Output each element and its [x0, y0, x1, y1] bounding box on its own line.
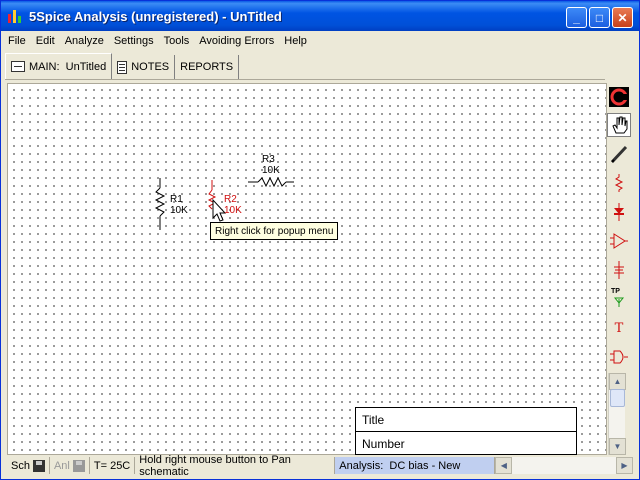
tab-bar: MAIN: UnTitled NOTES REPORTS	[5, 53, 240, 79]
r1-value: 10K	[170, 205, 188, 216]
menu-tools[interactable]: Tools	[159, 35, 195, 47]
ground-tool[interactable]	[607, 258, 631, 282]
close-button[interactable]: ✕	[612, 7, 633, 28]
sch-cell[interactable]: Sch	[7, 457, 50, 474]
gate-icon	[610, 350, 628, 364]
tab-main[interactable]: MAIN: UnTitled	[5, 53, 113, 79]
sch-label: Sch	[11, 459, 30, 472]
resistor-tool[interactable]	[607, 171, 631, 195]
anl-label: Anl	[53, 459, 70, 472]
window-title: 5Spice Analysis (unregistered) - UnTitle…	[29, 8, 282, 24]
5spice-logo-icon	[609, 87, 629, 107]
menu-analyze[interactable]: Analyze	[60, 35, 109, 47]
resistor-r3[interactable]	[248, 176, 294, 188]
status-bar: Sch Anl T= 25C Hold right mouse button t…	[7, 454, 633, 478]
temperature-cell: T= 25C	[90, 457, 136, 474]
menu-edit[interactable]: Edit	[31, 35, 60, 47]
diode-tool[interactable]	[607, 200, 631, 224]
r2-ref: R2	[224, 194, 237, 205]
r2-value: 10K	[224, 205, 242, 216]
menu-bar: File Edit Analyze Settings Tools Avoidin…	[1, 31, 639, 51]
tab-reports[interactable]: REPORTS	[175, 55, 240, 79]
horizontal-scrollbar[interactable]: ◀ ▶	[495, 457, 633, 474]
title-block[interactable]: Title Number	[355, 407, 577, 455]
opamp-icon	[610, 233, 628, 249]
diode-icon	[614, 203, 624, 221]
resistor-r1[interactable]	[154, 178, 166, 230]
menu-avoiding-errors[interactable]: Avoiding Errors	[194, 35, 279, 47]
schematic-drawing	[154, 176, 294, 230]
scroll-down-button[interactable]: ▼	[609, 438, 626, 455]
hand-icon	[612, 116, 628, 134]
anl-cell[interactable]: Anl	[50, 457, 90, 474]
analysis-label: Analysis: DC bias - New	[339, 459, 461, 472]
notes-icon	[117, 60, 128, 74]
scroll-thumb[interactable]	[610, 389, 625, 407]
menu-file[interactable]: File	[3, 35, 31, 47]
logo-tool[interactable]	[607, 85, 631, 109]
close-icon: ✕	[617, 10, 628, 25]
pencil-icon	[610, 145, 628, 164]
minimize-icon: _	[573, 10, 580, 25]
component-toolbar: TP T	[607, 83, 633, 373]
wire-tool[interactable]	[607, 142, 631, 166]
hint-cell: Hold right mouse button to Pan schematic	[135, 454, 336, 478]
tab-reports-label: REPORTS	[180, 61, 234, 73]
testpoint-tool[interactable]: TP	[607, 287, 631, 311]
chevron-up-icon: ▲	[613, 377, 622, 386]
minimize-button[interactable]: _	[566, 7, 587, 28]
maximize-icon: □	[595, 10, 604, 25]
scroll-right-button[interactable]: ▶	[616, 457, 633, 474]
analysis-cell: Analysis: DC bias - New	[335, 457, 496, 474]
chevron-left-icon: ◀	[500, 461, 507, 470]
tab-notes-label: NOTES	[131, 61, 170, 73]
chevron-right-icon: ▶	[621, 461, 628, 470]
schematic-icon	[11, 61, 25, 72]
chevron-down-icon: ▼	[613, 442, 622, 451]
title-block-title: Title	[356, 408, 576, 432]
temperature-label: T= 25C	[93, 459, 131, 472]
text-tool[interactable]: T	[607, 316, 631, 340]
opamp-tool[interactable]	[607, 229, 631, 253]
text-icon: T	[614, 320, 624, 336]
tab-main-label: MAIN: UnTitled	[29, 60, 107, 73]
gate-tool[interactable]	[607, 345, 631, 369]
popup-tooltip: Right click for popup menu	[210, 222, 339, 240]
r1-ref: R1	[170, 194, 183, 205]
vertical-scrollbar[interactable]: ▲ ▼	[608, 373, 626, 455]
schematic-canvas[interactable]: R1 10K R2 10K R3 10K	[7, 83, 607, 455]
menu-help[interactable]: Help	[279, 35, 312, 47]
ground-icon	[614, 261, 624, 279]
scroll-left-button[interactable]: ◀	[495, 457, 513, 474]
r3-value: 10K	[262, 165, 280, 176]
maximize-button[interactable]: □	[589, 7, 610, 28]
app-icon	[7, 7, 25, 25]
save-disk-icon	[32, 459, 45, 472]
tab-notes[interactable]: NOTES	[112, 55, 176, 79]
pan-tool[interactable]	[607, 113, 631, 137]
menu-settings[interactable]: Settings	[109, 35, 159, 47]
testpoint-label: TP	[611, 288, 620, 295]
r3-ref: R3	[262, 154, 275, 165]
app-window: 5Spice Analysis (unregistered) - UnTitle…	[0, 0, 640, 480]
anl-disk-icon	[72, 459, 85, 472]
tab-divider	[5, 79, 605, 80]
scroll-up-button[interactable]: ▲	[609, 373, 626, 390]
hint-label: Hold right mouse button to Pan schematic	[139, 453, 291, 478]
title-block-number: Number	[362, 437, 405, 451]
title-bar: 5Spice Analysis (unregistered) - UnTitle…	[1, 1, 639, 31]
resistor-icon	[614, 174, 624, 192]
